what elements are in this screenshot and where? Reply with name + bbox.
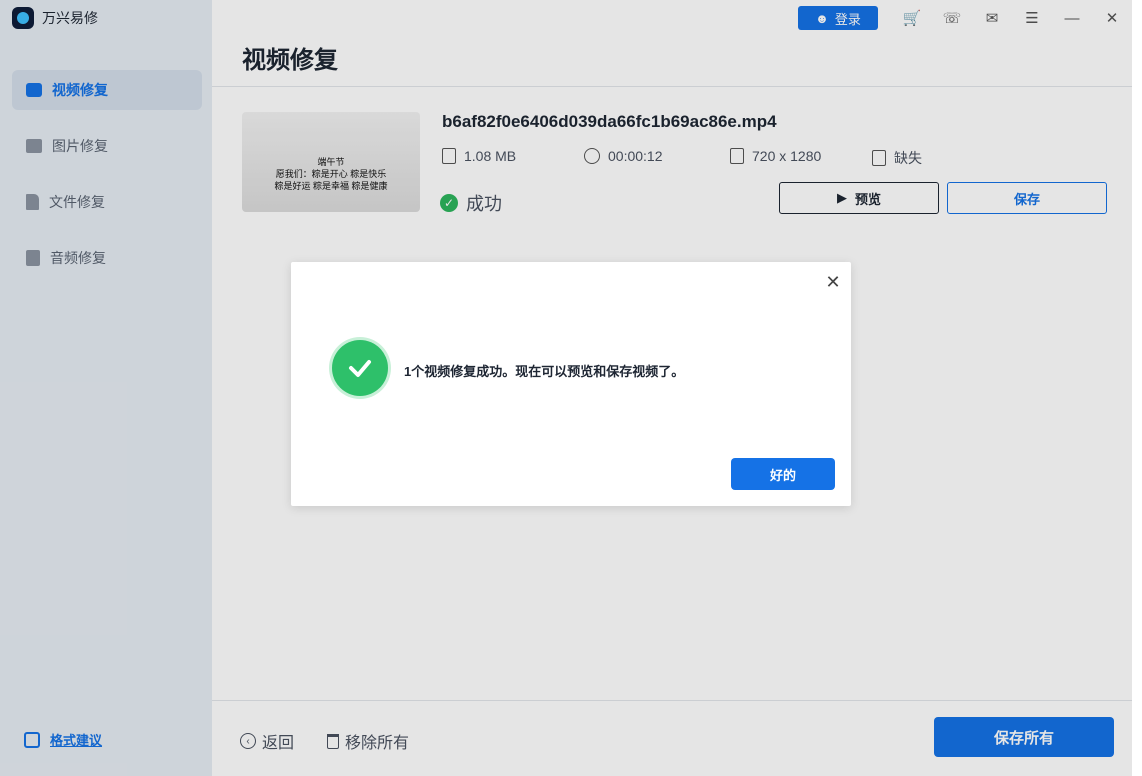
dialog-close-icon[interactable]: ✕ (825, 273, 841, 291)
success-check-icon (332, 340, 388, 396)
ok-button[interactable]: 好的 (731, 458, 835, 490)
dialog-message: 1个视频修复成功。现在可以预览和保存视频了。 (404, 364, 685, 379)
background-window-edge (1132, 0, 1142, 776)
ok-label: 好的 (769, 467, 796, 483)
success-dialog: ✕ 1个视频修复成功。现在可以预览和保存视频了。 好的 (291, 262, 851, 506)
app-window: 万兴易修 视频修复 图片修复 文件修复 音频修复 格式建议 ☻ 登录 🛒 ☏ ✉… (0, 0, 1132, 776)
